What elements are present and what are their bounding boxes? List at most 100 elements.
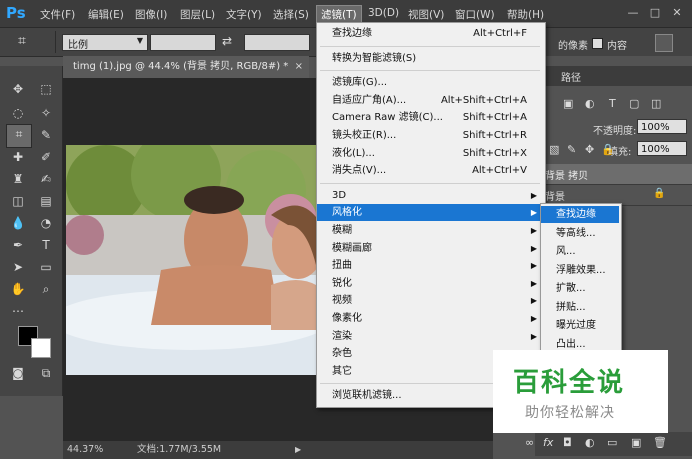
screen-mode-icon[interactable]: ⧉ bbox=[36, 364, 56, 382]
status-arrow-icon[interactable]: ▶ bbox=[295, 441, 301, 459]
menu-file[interactable]: 文件(F) bbox=[40, 7, 75, 22]
pixel-filter-icon[interactable]: ▣ bbox=[563, 97, 573, 110]
filter-menu-item[interactable]: 转换为智能滤镜(S) bbox=[317, 50, 543, 67]
fill-label: 填充: bbox=[608, 147, 632, 158]
add-mask-icon[interactable]: ◘ bbox=[563, 436, 572, 449]
menu-image[interactable]: 图像(I) bbox=[135, 7, 167, 22]
crop-tool-icon[interactable]: ⌗ bbox=[18, 33, 26, 49]
hand-tool-icon[interactable]: ✋ bbox=[8, 280, 28, 298]
filter-menu-item[interactable]: 渲染 ▶ bbox=[317, 328, 543, 345]
lock-paint-icon[interactable]: ✎ bbox=[567, 143, 576, 156]
paths-tab[interactable]: 路径 bbox=[561, 69, 581, 84]
stylize-menu-item[interactable]: 扩散... bbox=[541, 280, 619, 297]
filter-menu-item[interactable]: 自适应广角(A)... Alt+Shift+Ctrl+A bbox=[317, 92, 543, 109]
menu-help[interactable]: 帮助(H) bbox=[507, 7, 544, 22]
document-photo[interactable] bbox=[66, 145, 316, 375]
delete-layer-icon[interactable]: 🗑 bbox=[653, 436, 667, 449]
minimize-button[interactable]: — bbox=[626, 6, 640, 19]
layer-row-selected[interactable]: 背景 拷贝 bbox=[535, 164, 692, 185]
filter-menu-item[interactable]: 锐化 ▶ bbox=[317, 275, 543, 292]
close-window-button[interactable]: ✕ bbox=[670, 6, 684, 19]
more-tools-icon[interactable]: ⋯ bbox=[8, 302, 28, 320]
width-input[interactable] bbox=[150, 34, 216, 51]
document-tab[interactable]: timg (1).jpg @ 44.4% (背景 拷贝, RGB/8#) * × bbox=[63, 56, 309, 78]
filter-menu-item[interactable]: 滤镜库(G)... bbox=[317, 74, 543, 91]
new-layer-icon[interactable]: ▣ bbox=[631, 436, 641, 449]
content-aware-checkbox[interactable] bbox=[592, 38, 603, 49]
zoom-level[interactable]: 44.37% bbox=[67, 441, 103, 459]
clone-stamp-tool-icon[interactable]: ♜ bbox=[8, 170, 28, 188]
menu-item-label: Camera Raw 滤镜(C)... bbox=[332, 112, 443, 124]
filter-menu-item[interactable]: 3D ▶ bbox=[317, 187, 543, 204]
swap-icon[interactable]: ⇄ bbox=[222, 34, 232, 48]
filter-menu-item[interactable]: 风格化 ▶ bbox=[317, 204, 543, 222]
filter-menu-item[interactable]: 查找边缘 Alt+Ctrl+F bbox=[317, 25, 543, 42]
close-tab-icon[interactable]: × bbox=[295, 56, 303, 78]
menu-item-shortcut: Shift+Ctrl+X bbox=[462, 147, 527, 159]
crop-tool-icon[interactable]: ⌗ bbox=[6, 124, 32, 148]
adjustment-layer-icon[interactable]: ◐ bbox=[585, 436, 595, 449]
pen-tool-icon[interactable]: ✒ bbox=[8, 236, 28, 254]
quick-mask-icon[interactable]: ◙ bbox=[8, 364, 28, 382]
type-filter-icon[interactable]: T bbox=[609, 97, 616, 110]
path-selection-tool-icon[interactable]: ➤ bbox=[8, 258, 28, 276]
filter-menu-item[interactable]: 消失点(V)... Alt+Ctrl+V bbox=[317, 162, 543, 179]
rectangle-tool-icon[interactable]: ▭ bbox=[36, 258, 56, 276]
opacity-input[interactable]: 100% bbox=[637, 119, 687, 134]
magic-wand-tool-icon[interactable]: ✧ bbox=[36, 104, 56, 122]
workspace-icon[interactable] bbox=[655, 34, 673, 52]
dodge-tool-icon[interactable]: ◔ bbox=[36, 214, 56, 232]
marquee-tool-icon[interactable]: ⬚ bbox=[36, 80, 56, 98]
stylize-menu-item[interactable]: 浮雕效果... bbox=[541, 262, 619, 279]
toolbox: ✥ ⬚ ◌ ✧ ⌗ ✎ ✚ ✐ ♜ ✍ ◫ ▤ 💧 ◔ ✒ T ➤ ▭ ✋ ⌕ … bbox=[0, 66, 63, 396]
ratio-select[interactable]: 比例 ▼ bbox=[62, 34, 148, 51]
type-tool-icon[interactable]: T bbox=[36, 236, 56, 254]
stylize-menu-item[interactable]: 等高线... bbox=[541, 225, 619, 242]
lock-transparent-icon[interactable]: ▧ bbox=[549, 143, 559, 156]
link-layers-icon[interactable]: ∞ bbox=[525, 436, 534, 449]
stylize-menu-item[interactable]: 查找边缘 bbox=[541, 206, 619, 223]
filter-menu-item[interactable]: 模糊画廊 ▶ bbox=[317, 240, 543, 257]
lock-move-icon[interactable]: ✥ bbox=[585, 143, 594, 156]
eraser-tool-icon[interactable]: ◫ bbox=[8, 192, 28, 210]
smart-object-filter-icon[interactable]: ◫ bbox=[651, 97, 661, 110]
submenu-arrow-icon: ▶ bbox=[530, 261, 537, 271]
stylize-menu-item[interactable]: 风... bbox=[541, 243, 619, 260]
healing-brush-tool-icon[interactable]: ✚ bbox=[8, 148, 28, 166]
filter-menu-item[interactable]: Camera Raw 滤镜(C)... Shift+Ctrl+A bbox=[317, 109, 543, 126]
shape-filter-icon[interactable]: ▢ bbox=[629, 97, 639, 110]
menu-item-label: 其它 bbox=[332, 365, 352, 377]
eyedropper-tool-icon[interactable]: ✎ bbox=[36, 126, 56, 144]
filter-menu-item[interactable]: 模糊 ▶ bbox=[317, 222, 543, 239]
menu-window[interactable]: 窗口(W) bbox=[455, 7, 495, 22]
menu-3d[interactable]: 3D(D) bbox=[368, 7, 399, 19]
stylize-menu-item[interactable]: 拼贴... bbox=[541, 299, 619, 316]
move-tool-icon[interactable]: ✥ bbox=[8, 80, 28, 98]
fill-input[interactable]: 100% bbox=[637, 141, 687, 156]
menu-type[interactable]: 文字(Y) bbox=[226, 7, 262, 22]
stylize-menu-item[interactable]: 曝光过度 bbox=[541, 317, 619, 334]
fx-icon[interactable]: fx bbox=[543, 436, 553, 449]
menu-item-label: 查找边缘 bbox=[556, 209, 596, 220]
filter-menu-item[interactable]: 像素化 ▶ bbox=[317, 310, 543, 327]
maximize-button[interactable]: □ bbox=[648, 6, 662, 19]
height-input[interactable] bbox=[244, 34, 310, 51]
history-brush-tool-icon[interactable]: ✍ bbox=[36, 170, 56, 188]
menu-edit[interactable]: 编辑(E) bbox=[88, 7, 124, 22]
gradient-tool-icon[interactable]: ▤ bbox=[36, 192, 56, 210]
menu-view[interactable]: 视图(V) bbox=[408, 7, 444, 22]
background-color-swatch[interactable] bbox=[31, 338, 51, 358]
delete-cropped-pixels-label: 的像素 bbox=[558, 41, 588, 52]
lasso-tool-icon[interactable]: ◌ bbox=[8, 104, 28, 122]
filter-menu-item[interactable]: 镜头校正(R)... Shift+Ctrl+R bbox=[317, 127, 543, 144]
blur-tool-icon[interactable]: 💧 bbox=[8, 214, 28, 232]
new-group-icon[interactable]: ▭ bbox=[607, 436, 617, 449]
menu-layer[interactable]: 图层(L) bbox=[180, 7, 215, 22]
adjustment-filter-icon[interactable]: ◐ bbox=[585, 97, 595, 110]
brush-tool-icon[interactable]: ✐ bbox=[36, 148, 56, 166]
zoom-tool-icon[interactable]: ⌕ bbox=[36, 280, 56, 298]
filter-menu-item[interactable]: 视频 ▶ bbox=[317, 292, 543, 309]
menu-select[interactable]: 选择(S) bbox=[273, 7, 309, 22]
filter-menu-item[interactable]: 液化(L)... Shift+Ctrl+X bbox=[317, 145, 543, 162]
filter-menu-item[interactable]: 扭曲 ▶ bbox=[317, 257, 543, 274]
